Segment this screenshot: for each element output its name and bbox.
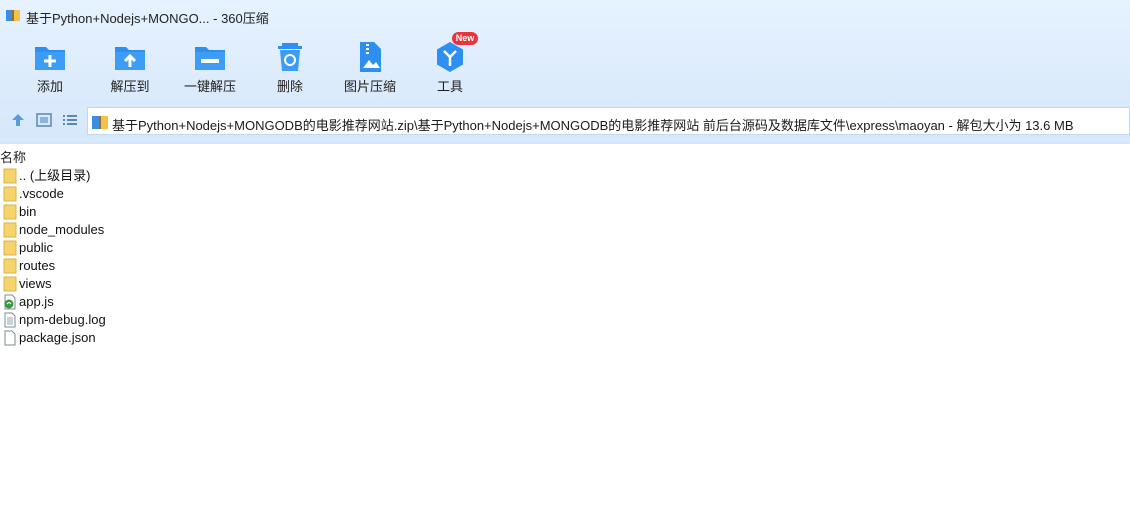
- file-name: views: [19, 276, 52, 291]
- image-compress-label: 图片压缩: [343, 79, 396, 94]
- folder-icon: [3, 186, 17, 202]
- thumbnail-view-icon[interactable]: [36, 112, 52, 128]
- file-name: .vscode: [19, 186, 64, 201]
- list-item-package-json[interactable]: package.json: [0, 329, 600, 347]
- file-name: package.json: [19, 330, 96, 345]
- zip-archive-icon: [92, 116, 108, 129]
- file-name: app.js: [19, 294, 54, 309]
- title-bar: 基于Python+Nodejs+MONGO... - 360压缩: [0, 0, 1130, 30]
- tools-label: 工具: [436, 79, 463, 94]
- text-file-icon: [4, 312, 16, 328]
- delete-label: 删除: [276, 79, 303, 94]
- file-name: npm-debug.log: [19, 312, 106, 327]
- add-button[interactable]: 添加: [12, 36, 88, 98]
- add-folder-icon: [35, 47, 65, 70]
- extract-to-label: 解压到: [110, 79, 150, 94]
- folder-icon: [3, 204, 17, 220]
- file-name: node_modules: [19, 222, 105, 237]
- one-click-extract-icon: [195, 47, 225, 70]
- one-click-extract-label: 一键解压: [183, 79, 236, 94]
- list-item-bin[interactable]: bin: [0, 203, 600, 221]
- tools-cube-icon: [437, 42, 463, 72]
- address-bar[interactable]: 基于Python+Nodejs+MONGODB的电影推荐网站.zip\基于Pyt…: [87, 107, 1130, 135]
- image-compress-button[interactable]: 图片压缩: [332, 36, 408, 98]
- file-name: public: [19, 240, 53, 255]
- list-item-vscode[interactable]: .vscode: [0, 185, 600, 203]
- list-item-routes[interactable]: routes: [0, 257, 600, 275]
- list-item-app-js[interactable]: app.js: [0, 293, 600, 311]
- folder-icon: [3, 240, 17, 256]
- file-name: .. (上级目录): [19, 168, 91, 183]
- add-label: 添加: [36, 79, 63, 94]
- image-compress-icon: [360, 42, 381, 72]
- extract-to-icon: [115, 47, 145, 70]
- list-item-node-modules[interactable]: node_modules: [0, 221, 600, 239]
- toolbar: 添加 解压到 一键解压 删除 图片压缩 工具 New: [0, 32, 1130, 98]
- delete-button[interactable]: 删除: [252, 36, 328, 98]
- list-item-parent-dir[interactable]: .. (上级目录): [0, 167, 600, 185]
- folder-icon: [3, 168, 17, 184]
- current-path: 基于Python+Nodejs+MONGODB的电影推荐网站.zip\基于Pyt…: [112, 118, 1074, 133]
- list-view-icon[interactable]: [62, 112, 78, 128]
- file-list: .. (上级目录) .vscode bin node_modules publi…: [0, 167, 600, 347]
- file-name: bin: [19, 204, 37, 219]
- list-item-public[interactable]: public: [0, 239, 600, 257]
- up-arrow-icon[interactable]: [10, 112, 26, 128]
- folder-icon: [3, 222, 17, 238]
- one-click-extract-button[interactable]: 一键解压: [172, 36, 248, 98]
- list-item-views[interactable]: views: [0, 275, 600, 293]
- generic-file-icon: [4, 330, 16, 346]
- list-item-npm-debug-log[interactable]: npm-debug.log: [0, 311, 600, 329]
- extract-to-button[interactable]: 解压到: [92, 36, 168, 98]
- window-chrome: 基于Python+Nodejs+MONGO... - 360压缩 添加 解压到: [0, 0, 1130, 144]
- folder-icon: [3, 276, 17, 292]
- column-header-name[interactable]: 名称: [0, 147, 26, 166]
- navigation-bar: 基于Python+Nodejs+MONGODB的电影推荐网站.zip\基于Pyt…: [0, 106, 1130, 136]
- folder-icon: [3, 258, 17, 274]
- tools-button[interactable]: 工具: [412, 36, 488, 98]
- js-file-icon: [4, 294, 16, 310]
- archive-app-icon: [6, 10, 20, 21]
- new-badge: New: [452, 32, 478, 45]
- delete-recycle-icon: [278, 43, 302, 71]
- window-title: 基于Python+Nodejs+MONGO... - 360压缩: [26, 11, 269, 26]
- file-name: routes: [19, 258, 56, 273]
